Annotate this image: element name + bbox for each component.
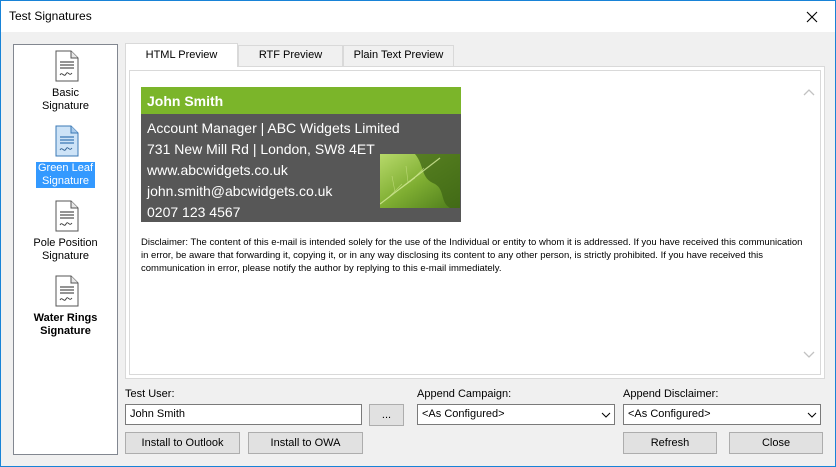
signature-item-green-leaf[interactable]: Green Leaf Signature [14,125,117,188]
signature-document-icon [55,50,78,82]
signature-email: john.smith@abcwidgets.co.uk [147,183,333,199]
signature-document-icon [55,125,78,157]
signature-list: Basic Signature Green Leaf Signature Pol… [13,44,118,455]
refresh-button[interactable]: Refresh [623,432,717,454]
append-disclaimer-select[interactable]: <As Configured> [623,404,821,425]
signature-title-company: Account Manager | ABC Widgets Limited [147,120,400,136]
signature-label: Water Rings Signature [33,312,98,337]
install-to-owa-button[interactable]: Install to OWA [248,432,363,454]
signature-document-icon [55,200,78,232]
chevron-down-icon[interactable] [803,348,815,360]
green-leaf-image [380,154,460,208]
disclaimer-text: Disclaimer: The content of this e-mail i… [141,237,803,275]
install-to-outlook-button[interactable]: Install to Outlook [125,432,240,454]
chevron-down-icon [597,405,614,424]
chevron-down-icon [803,405,820,424]
window-title: Test Signatures [9,9,92,23]
signature-name: John Smith [141,87,461,114]
tab-plain-text-preview[interactable]: Plain Text Preview [343,45,454,66]
signature-label: Green Leaf Signature [35,162,96,188]
signature-details: Account Manager | ABC Widgets Limited 73… [141,114,461,222]
close-button[interactable]: Close [729,432,823,454]
close-window-button[interactable] [789,1,835,32]
signature-address: 731 New Mill Rd | London, SW8 4ET [147,141,375,157]
signature-item-pole-position[interactable]: Pole Position Signature [14,200,117,263]
title-bar: Test Signatures [1,1,835,32]
append-campaign-label: Append Campaign: [417,388,512,400]
signature-document-icon [55,275,78,307]
signature-label: Basic Signature [41,87,90,112]
signature-item-water-rings[interactable]: Water Rings Signature [14,275,117,338]
tab-panel: John Smith Account Manager | ABC Widgets… [125,66,825,379]
test-user-label: Test User: [125,388,175,400]
append-campaign-select[interactable]: <As Configured> [417,404,615,425]
signature-item-basic[interactable]: Basic Signature [14,50,117,113]
tab-rtf-preview[interactable]: RTF Preview [238,45,343,66]
test-signatures-window: Test Signatures Basic Signature Green Le… [0,0,836,467]
browse-user-button[interactable]: ... [369,404,404,426]
chevron-up-icon[interactable] [803,87,815,99]
signature-label: Pole Position Signature [33,237,98,262]
signature-phone: 0207 123 4567 [147,204,241,220]
tab-html-preview[interactable]: HTML Preview [125,43,238,67]
append-disclaimer-label: Append Disclaimer: [623,388,719,400]
signature-website: www.abcwidgets.co.uk [147,162,288,178]
html-preview-area[interactable]: John Smith Account Manager | ABC Widgets… [129,70,821,375]
close-icon [806,11,818,22]
test-user-input[interactable]: John Smith [125,404,362,425]
signature-card: John Smith Account Manager | ABC Widgets… [141,87,461,222]
